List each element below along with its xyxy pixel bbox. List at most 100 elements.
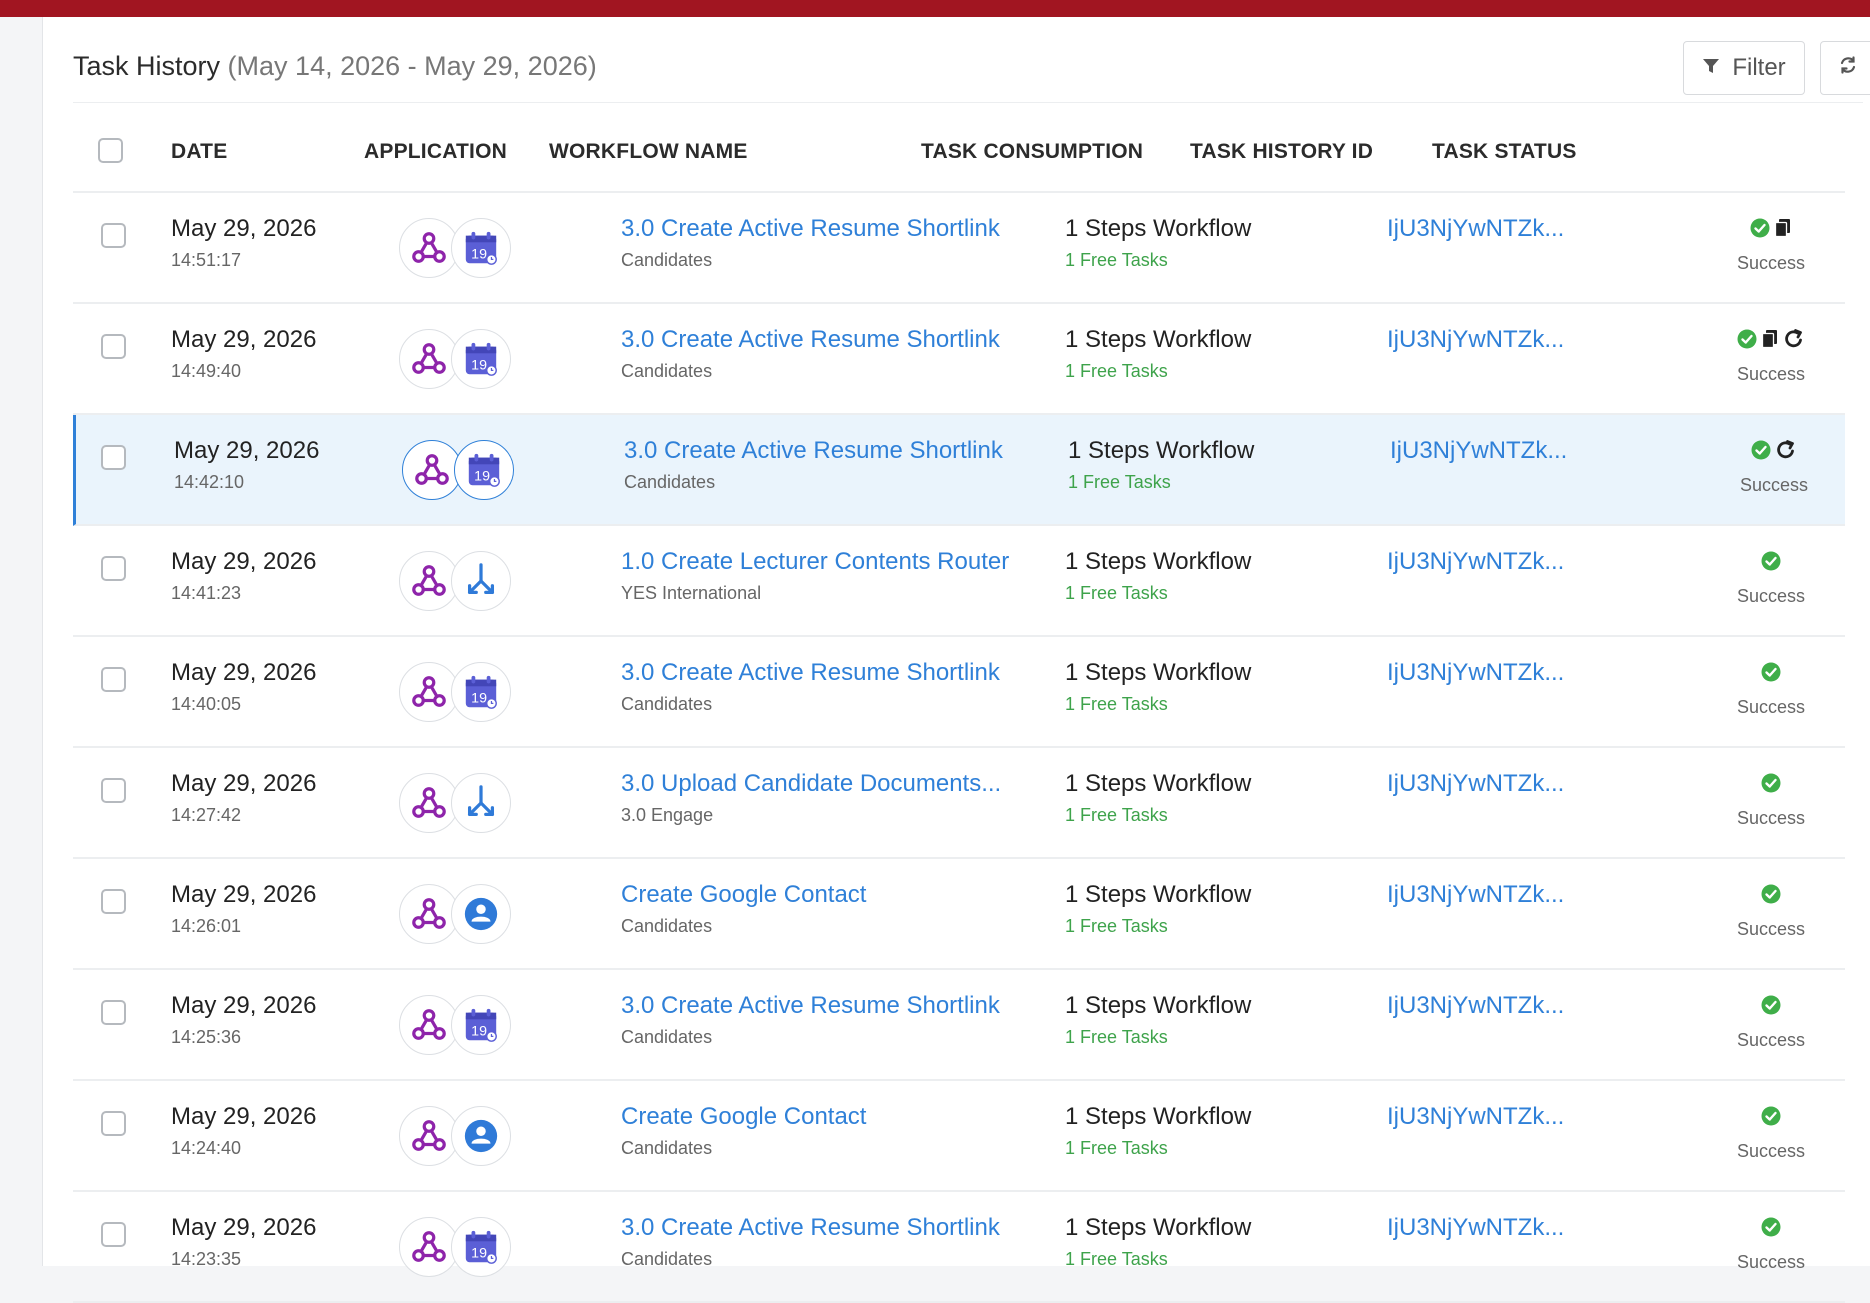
retry-icon[interactable] <box>1783 328 1805 355</box>
task-history-id-link[interactable]: IjU3NjYwNTZk... <box>1387 770 1564 798</box>
free-tasks: 1 Free Tasks <box>1065 361 1168 381</box>
status-icons <box>1701 326 1841 356</box>
workflow-folder: Candidates <box>624 472 716 492</box>
row-time: 14:23:35 <box>171 1249 242 1269</box>
calendar-icon: 19 <box>454 440 514 500</box>
task-history-id-link[interactable]: IjU3NjYwNTZk... <box>1390 437 1567 465</box>
page-title-text: Task History <box>73 51 221 81</box>
success-check-icon <box>1761 1217 1781 1242</box>
svg-text:19: 19 <box>474 468 490 484</box>
workflow-name-link[interactable]: 3.0 Create Active Resume Shortlink <box>621 215 1000 243</box>
refresh-button[interactable] <box>1820 41 1870 95</box>
task-history-id-link[interactable]: IjU3NjYwNTZk... <box>1387 659 1564 687</box>
row-date: May 29, 2026 <box>171 215 317 242</box>
table-row[interactable]: May 29, 2026 14:40:05 19 3.0 Create Active … <box>73 637 1845 748</box>
task-history-id-link[interactable]: IjU3NjYwNTZk... <box>1387 1103 1564 1131</box>
row-date: May 29, 2026 <box>171 659 317 686</box>
workflow-folder: Candidates <box>621 1027 713 1047</box>
row-checkbox[interactable] <box>101 667 126 692</box>
free-tasks: 1 Free Tasks <box>1065 1249 1168 1269</box>
workflow-name-link[interactable]: 3.0 Create Active Resume Shortlink <box>621 659 1000 687</box>
table-row[interactable]: May 29, 2026 14:51:17 19 3.0 Create Active … <box>73 193 1845 304</box>
row-checkbox[interactable] <box>101 445 126 470</box>
task-history-id-link[interactable]: IjU3NjYwNTZk... <box>1387 326 1564 354</box>
workflow-folder: Candidates <box>621 1249 713 1269</box>
column-header-task-consumption[interactable]: TASK CONSUMPTION <box>921 140 1143 164</box>
svg-text:19: 19 <box>471 357 487 373</box>
contacts-icon <box>451 1106 511 1166</box>
copy-icon[interactable] <box>1774 218 1792 243</box>
table-row[interactable]: May 29, 2026 14:41:23 1.0 Create Lecturer … <box>73 526 1845 637</box>
task-history-id-link[interactable]: IjU3NjYwNTZk... <box>1387 1214 1564 1242</box>
task-consumption: 1 Steps Workflow <box>1065 548 1252 575</box>
status-label: Success <box>1736 697 1806 717</box>
row-checkbox[interactable] <box>101 1111 126 1136</box>
task-consumption: 1 Steps Workflow <box>1065 770 1252 797</box>
brand-top-bar <box>0 0 1870 17</box>
success-check-icon <box>1761 884 1781 909</box>
free-tasks: 1 Free Tasks <box>1065 916 1168 936</box>
free-tasks: 1 Free Tasks <box>1065 1027 1168 1047</box>
workflow-name-link[interactable]: 3.0 Create Active Resume Shortlink <box>621 1214 1000 1242</box>
workflow-folder: Candidates <box>621 1138 713 1158</box>
filter-button[interactable]: Filter <box>1683 41 1805 95</box>
success-check-icon <box>1761 551 1781 576</box>
workflow-name-link[interactable]: 3.0 Create Active Resume Shortlink <box>621 992 1000 1020</box>
workflow-name-link[interactable]: 3.0 Create Active Resume Shortlink <box>621 326 1000 354</box>
application-icons: 19 <box>399 218 519 278</box>
task-history-panel: Task History (May 14, 2026 - May 29, 202… <box>42 17 1870 1303</box>
retry-icon[interactable] <box>1775 439 1797 466</box>
task-history-id-link[interactable]: IjU3NjYwNTZk... <box>1387 992 1564 1020</box>
table-row[interactable]: May 29, 2026 14:24:40 Create Google Contac… <box>73 1081 1845 1192</box>
copy-icon[interactable] <box>1761 329 1779 354</box>
calendar-icon: 19 <box>451 995 511 1055</box>
webhook-icon <box>399 551 459 611</box>
filter-icon <box>1702 54 1720 82</box>
row-date: May 29, 2026 <box>171 548 317 575</box>
status-icons <box>1701 1214 1841 1244</box>
workflow-name-link[interactable]: 3.0 Create Active Resume Shortlink <box>624 437 1003 465</box>
row-checkbox[interactable] <box>101 334 126 359</box>
row-checkbox[interactable] <box>101 223 126 248</box>
workflow-name-link[interactable]: Create Google Contact <box>621 881 866 909</box>
task-status: Success <box>1701 1103 1841 1183</box>
task-consumption: 1 Steps Workflow <box>1065 659 1252 686</box>
workflow-name-link[interactable]: 3.0 Upload Candidate Documents... <box>621 770 1001 798</box>
row-checkbox[interactable] <box>101 889 126 914</box>
table-row[interactable]: May 29, 2026 14:27:42 3.0 Upload Candidate… <box>73 748 1845 859</box>
webhook-icon <box>402 440 462 500</box>
row-date: May 29, 2026 <box>171 770 317 797</box>
router-icon <box>451 773 511 833</box>
row-checkbox[interactable] <box>101 778 126 803</box>
table-row[interactable]: May 29, 2026 14:49:40 19 3.0 Create Active … <box>73 304 1845 415</box>
workflow-folder: Candidates <box>621 361 713 381</box>
row-date: May 29, 2026 <box>171 992 317 1019</box>
row-checkbox[interactable] <box>101 556 126 581</box>
row-checkbox[interactable] <box>101 1222 126 1247</box>
task-history-id-link[interactable]: IjU3NjYwNTZk... <box>1387 881 1564 909</box>
workflow-folder: YES International <box>621 583 762 603</box>
select-all-checkbox[interactable] <box>98 138 123 163</box>
table-row[interactable]: May 29, 2026 14:25:36 19 3.0 Create Active … <box>73 970 1845 1081</box>
row-checkbox[interactable] <box>101 1000 126 1025</box>
table-row[interactable]: May 29, 2026 14:42:10 19 3.0 Create Active … <box>73 415 1845 526</box>
table-row[interactable]: May 29, 2026 14:26:01 Create Google Contac… <box>73 859 1845 970</box>
task-history-id-link[interactable]: IjU3NjYwNTZk... <box>1387 548 1564 576</box>
task-history-id-link[interactable]: IjU3NjYwNTZk... <box>1387 215 1564 243</box>
success-check-icon <box>1761 1106 1781 1131</box>
calendar-icon: 19 <box>451 662 511 722</box>
task-consumption: 1 Steps Workflow <box>1065 1103 1252 1130</box>
left-gutter <box>0 17 42 1266</box>
column-header-task-history-id[interactable]: TASK HISTORY ID <box>1190 140 1373 164</box>
task-consumption: 1 Steps Workflow <box>1065 881 1252 908</box>
column-header-workflow-name[interactable]: WORKFLOW NAME <box>549 140 748 164</box>
column-header-date[interactable]: DATE <box>171 140 227 164</box>
workflow-name-link[interactable]: 1.0 Create Lecturer Contents Router <box>621 548 1009 576</box>
workflow-name-link[interactable]: Create Google Contact <box>621 1103 866 1131</box>
column-header-task-status[interactable]: TASK STATUS <box>1432 140 1577 164</box>
status-icons <box>1701 1103 1841 1133</box>
webhook-icon <box>399 1217 459 1277</box>
success-check-icon <box>1737 329 1757 354</box>
column-header-application[interactable]: APPLICATION <box>364 140 507 164</box>
table-row[interactable]: May 29, 2026 14:23:35 19 3.0 Create Active … <box>73 1192 1845 1303</box>
